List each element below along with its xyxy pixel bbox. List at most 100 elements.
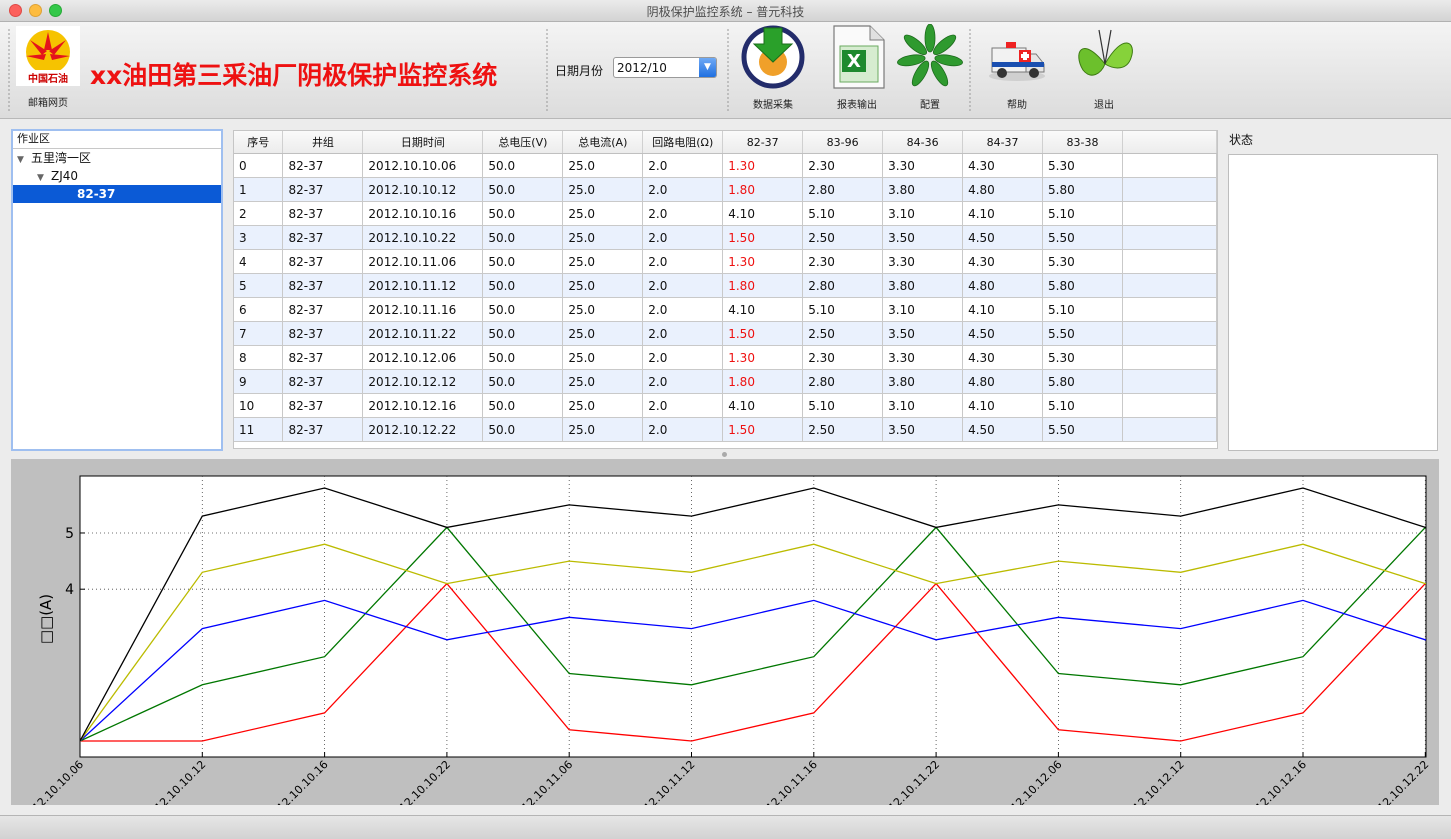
table-cell[interactable]: 3.50 [882,321,964,346]
table-cell[interactable]: 2.30 [802,153,884,178]
table-cell[interactable]: 0 [234,153,284,178]
table-cell[interactable]: 50.0 [482,177,564,202]
column-header[interactable]: 总电流(A) [562,131,644,154]
exit-button[interactable]: 退出 [1061,22,1141,118]
table-cell[interactable]: 3.10 [882,297,964,322]
table-cell[interactable]: 4.30 [962,153,1044,178]
column-header[interactable]: 84-37 [962,131,1044,154]
table-cell[interactable]: 3.10 [882,393,964,418]
table-cell[interactable]: 4.80 [962,177,1044,202]
column-header[interactable]: 83-38 [1042,131,1123,154]
column-header[interactable]: 井组 [282,131,364,154]
date-month-select[interactable]: 2012/10 ▼ [613,57,717,78]
tree-node-82-37[interactable]: 82-37 [13,185,221,203]
table-cell[interactable]: 25.0 [562,225,644,250]
table-cell[interactable]: 2012.10.11.12 [362,273,484,298]
table-cell[interactable]: 2.0 [642,177,724,202]
table-cell[interactable]: 4.50 [962,417,1044,442]
table-cell[interactable]: 7 [234,321,284,346]
status-text-area[interactable] [1228,154,1438,451]
tree-node-wulwan[interactable]: ▼ 五里湾一区 [13,149,221,167]
table-cell[interactable]: 4.80 [962,273,1044,298]
table-cell[interactable]: 4.10 [962,201,1044,226]
table-cell[interactable]: 2012.10.10.12 [362,177,484,202]
table-cell[interactable]: 82-37 [282,417,364,442]
table-cell[interactable]: 50.0 [482,273,564,298]
toolbar-grip[interactable] [8,28,10,112]
table-cell[interactable]: 25.0 [562,153,644,178]
table-cell[interactable]: 25.0 [562,273,644,298]
table-cell[interactable]: 50.0 [482,225,564,250]
table-cell[interactable]: 25.0 [562,249,644,274]
table-cell[interactable]: 82-37 [282,393,364,418]
table-cell[interactable]: 5.50 [1042,225,1123,250]
table-cell[interactable]: 5.10 [802,201,884,226]
table-cell[interactable]: 5.10 [1042,297,1123,322]
table-cell[interactable]: 3 [234,225,284,250]
table-cell[interactable]: 5.80 [1042,369,1123,394]
expand-triangle-icon[interactable]: ▼ [37,169,51,187]
table-cell[interactable]: 82-37 [282,273,364,298]
table-cell[interactable]: 1.80 [722,369,804,394]
table-cell[interactable]: 25.0 [562,369,644,394]
table-row[interactable]: 6 82-37 2012.10.11.16 50.0 25.0 2.0 4.10 5.10 3.… [234,297,1217,322]
table-cell[interactable]: 50.0 [482,249,564,274]
table-cell[interactable]: 3.30 [882,249,964,274]
table-cell[interactable]: 5.50 [1042,321,1123,346]
table-cell[interactable]: 1.30 [722,153,804,178]
table-cell[interactable]: 5.80 [1042,273,1123,298]
table-cell[interactable]: 82-37 [282,297,364,322]
table-cell[interactable]: 2.0 [642,393,724,418]
table-cell[interactable]: 2.0 [642,321,724,346]
column-header[interactable]: 83-96 [802,131,884,154]
table-row[interactable]: 11 82-37 2012.10.12.22 50.0 25.0 2.0 1.50 2.50 3… [234,417,1217,442]
table-cell[interactable]: 25.0 [562,201,644,226]
table-cell[interactable]: 50.0 [482,153,564,178]
table-cell[interactable]: 2.0 [642,153,724,178]
table-row[interactable]: 5 82-37 2012.10.11.12 50.0 25.0 2.0 1.80 2.80 3.… [234,273,1217,298]
table-cell[interactable]: 4.10 [962,297,1044,322]
table-cell[interactable]: 2.80 [802,273,884,298]
table-cell[interactable]: 2012.10.10.22 [362,225,484,250]
table-cell[interactable]: 5.10 [802,393,884,418]
table-cell[interactable]: 3.50 [882,225,964,250]
column-header[interactable]: 84-36 [882,131,964,154]
table-cell[interactable]: 10 [234,393,284,418]
table-cell[interactable]: 50.0 [482,417,564,442]
table-cell[interactable]: 3.80 [882,177,964,202]
table-cell[interactable]: 82-37 [282,345,364,370]
table-cell[interactable]: 2012.10.12.06 [362,345,484,370]
table-cell[interactable]: 2012.10.10.16 [362,201,484,226]
data-collect-button[interactable]: 数据采集 [730,22,810,118]
table-cell[interactable]: 5.80 [1042,177,1123,202]
column-header[interactable]: 回路电阻(Ω) [642,131,724,154]
config-button[interactable]: 配置 [887,22,967,118]
table-cell[interactable]: 2012.10.11.06 [362,249,484,274]
table-cell[interactable]: 2.0 [642,417,724,442]
table-cell[interactable]: 5.10 [1042,201,1123,226]
table-cell[interactable]: 1.30 [722,249,804,274]
table-cell[interactable]: 50.0 [482,369,564,394]
table-cell[interactable]: 5.30 [1042,153,1123,178]
table-row[interactable]: 2 82-37 2012.10.10.16 50.0 25.0 2.0 4.10 5.10 3.… [234,201,1217,226]
table-row[interactable]: 7 82-37 2012.10.11.22 50.0 25.0 2.0 1.50 2.50 3.… [234,321,1217,346]
column-header[interactable]: 日期时间 [362,131,484,154]
table-cell[interactable]: 1.50 [722,225,804,250]
table-cell[interactable]: 4.10 [722,297,804,322]
table-cell[interactable]: 82-37 [282,201,364,226]
table-cell[interactable]: 25.0 [562,321,644,346]
table-cell[interactable]: 25.0 [562,177,644,202]
table-cell[interactable]: 4 [234,249,284,274]
table-cell[interactable]: 6 [234,297,284,322]
tree-node-zj40[interactable]: ▼ ZJ40 [13,167,221,185]
table-cell[interactable]: 2.0 [642,201,724,226]
table-cell[interactable]: 4.30 [962,249,1044,274]
column-header[interactable]: 序号 [234,131,284,154]
table-cell[interactable]: 1.80 [722,177,804,202]
table-cell[interactable]: 5.30 [1042,345,1123,370]
table-row[interactable]: 1 82-37 2012.10.10.12 50.0 25.0 2.0 1.80 2.80 3.… [234,177,1217,202]
table-row[interactable]: 10 82-37 2012.10.12.16 50.0 25.0 2.0 4.10 5.10 3… [234,393,1217,418]
table-cell[interactable]: 82-37 [282,369,364,394]
work-area-tree[interactable]: 作业区 ▼ 五里湾一区 ▼ ZJ40 82-37 [11,129,223,451]
table-cell[interactable]: 3.30 [882,345,964,370]
